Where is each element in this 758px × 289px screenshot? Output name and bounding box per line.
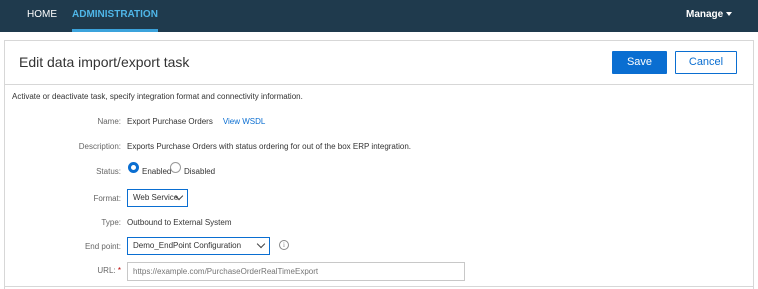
status-disabled-radio[interactable] (170, 162, 181, 173)
chevron-down-icon (256, 239, 266, 249)
format-select-value: Web Service (133, 193, 179, 202)
name-value: Export Purchase Orders (127, 117, 213, 126)
status-label: Status: (96, 167, 121, 176)
url-label: URL: (97, 266, 116, 275)
type-value: Outbound to External System (127, 218, 232, 227)
endpoint-select-value: Demo_EndPoint Configuration (133, 241, 242, 250)
info-icon[interactable]: i (279, 240, 289, 250)
caret-down-icon (726, 12, 733, 17)
manage-menu-label: Manage (686, 9, 724, 20)
url-input[interactable] (127, 262, 465, 281)
nav-home[interactable]: HOME (27, 0, 57, 32)
endpoint-label: End point: (84, 242, 121, 251)
endpoint-select[interactable]: Demo_EndPoint Configuration (127, 237, 270, 255)
manage-menu[interactable]: Manage (686, 0, 733, 32)
type-label: Type: (101, 218, 121, 227)
format-select[interactable]: Web Service (127, 189, 188, 207)
header-divider (5, 84, 753, 85)
footer-divider (5, 286, 753, 287)
url-label-row: URL: * (97, 266, 121, 275)
name-label: Name: (97, 117, 121, 126)
page-title: Edit data import/export task (19, 54, 190, 70)
view-wsdl-link[interactable]: View WSDL (223, 117, 266, 126)
top-nav-bar: HOME ADMINISTRATION Manage (0, 0, 758, 32)
cancel-button[interactable]: Cancel (675, 51, 737, 74)
nav-administration[interactable]: ADMINISTRATION (72, 0, 158, 32)
required-marker: * (117, 266, 121, 275)
status-disabled-label: Disabled (184, 167, 216, 176)
save-button[interactable]: Save (612, 51, 667, 74)
edit-task-panel (4, 40, 754, 289)
description-value: Exports Purchase Orders with status orde… (127, 142, 411, 151)
page-description: Activate or deactivate task, specify int… (12, 92, 303, 101)
description-label: Description: (78, 142, 121, 151)
status-enabled-label: Enabled (142, 167, 172, 176)
status-enabled-radio[interactable] (128, 162, 139, 173)
format-label: Format: (93, 194, 121, 203)
name-value-row: Export Purchase Orders View WSDL (127, 117, 265, 126)
